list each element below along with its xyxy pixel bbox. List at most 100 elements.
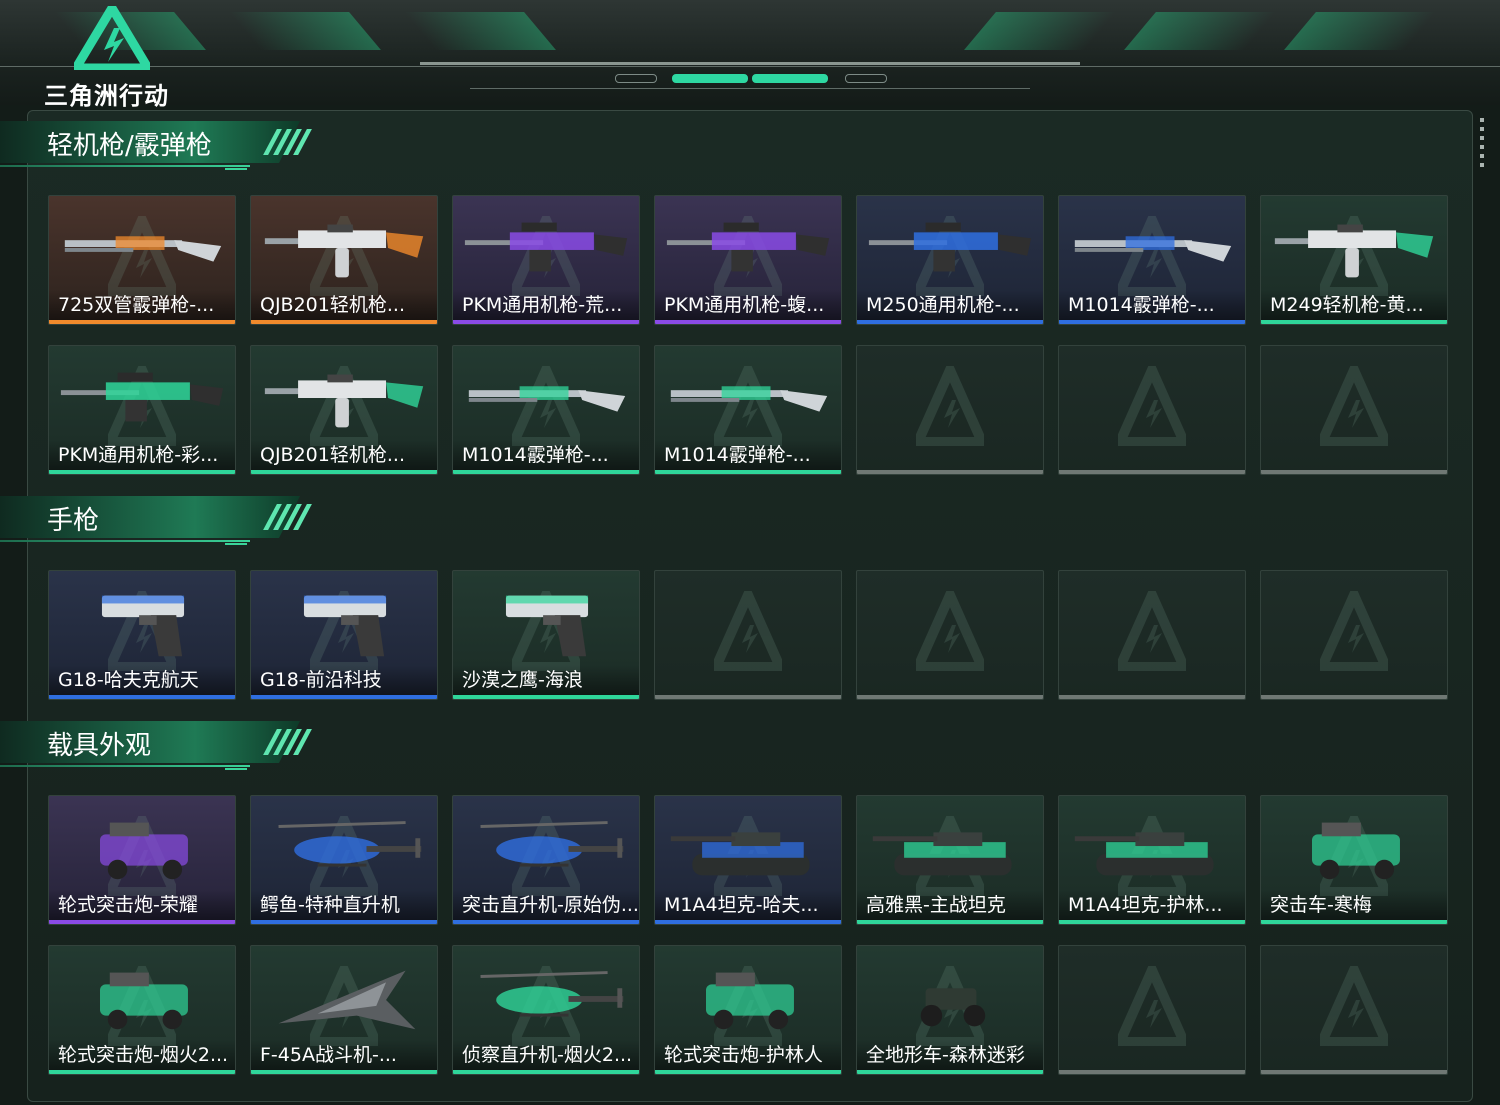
skin-card[interactable]: G18-前沿科技 bbox=[250, 570, 438, 700]
skin-card[interactable]: M1014霰弹枪-... bbox=[654, 345, 842, 475]
machine-gun-icon bbox=[464, 222, 628, 272]
skin-card[interactable]: M1A4坦克-护林... bbox=[1058, 795, 1246, 925]
skin-card[interactable]: PKM通用机枪-蝮... bbox=[654, 195, 842, 325]
skin-name: 侦察直升机-烟火2... bbox=[453, 1040, 639, 1070]
section-header-lmg-shotgun: 轻机枪/霰弹枪 bbox=[0, 121, 330, 173]
rarity-bar bbox=[453, 1070, 639, 1074]
skin-name: PKM通用机枪-蝮... bbox=[655, 290, 841, 320]
section-header-vehicle: 载具外观 bbox=[0, 721, 330, 773]
rarity-bar bbox=[251, 1070, 437, 1074]
rarity-bar bbox=[1059, 695, 1245, 699]
watermark-logo-icon bbox=[714, 591, 782, 671]
rarity-bar bbox=[49, 320, 235, 324]
helicopter-icon bbox=[480, 971, 624, 1017]
rarity-bar bbox=[49, 470, 235, 474]
skin-name: PKM通用机枪-彩... bbox=[49, 440, 235, 470]
empty-slot bbox=[1058, 345, 1246, 475]
rarity-bar bbox=[857, 695, 1043, 699]
skin-card[interactable]: 沙漠之鹰-海浪 bbox=[452, 570, 640, 700]
rarity-bar bbox=[453, 695, 639, 699]
skin-card[interactable]: 725双管霰弹枪-... bbox=[48, 195, 236, 325]
lmg-icon bbox=[264, 374, 424, 428]
empty-slot bbox=[654, 570, 842, 700]
rarity-bar bbox=[1059, 320, 1245, 324]
rarity-bar bbox=[251, 695, 437, 699]
jet-icon bbox=[278, 970, 416, 1030]
pistol-icon bbox=[101, 595, 185, 657]
armored-car-icon bbox=[706, 972, 794, 1030]
rarity-bar bbox=[1059, 1070, 1245, 1074]
rarity-bar bbox=[1261, 470, 1447, 474]
skin-card[interactable]: M1A4坦克-哈夫... bbox=[654, 795, 842, 925]
skin-name: 高雅黑-主战坦克 bbox=[857, 890, 1043, 920]
pistol-icon bbox=[505, 595, 589, 657]
tank-icon bbox=[872, 832, 1012, 876]
skin-card[interactable]: 轮式突击炮-烟火2... bbox=[48, 945, 236, 1075]
rarity-bar bbox=[453, 320, 639, 324]
skin-name: G18-前沿科技 bbox=[251, 665, 437, 695]
skin-card[interactable]: M250通用机枪-... bbox=[856, 195, 1044, 325]
rarity-bar bbox=[1261, 1070, 1447, 1074]
banner-stripe bbox=[964, 12, 1116, 50]
skin-name: M1A4坦克-护林... bbox=[1059, 890, 1245, 920]
skin-card[interactable]: 鳄鱼-特种直升机 bbox=[250, 795, 438, 925]
rarity-bar bbox=[49, 695, 235, 699]
skin-card[interactable]: 突击直升机-原始伪... bbox=[452, 795, 640, 925]
pistol-icon bbox=[303, 595, 387, 657]
skin-card[interactable]: M249轻机枪-黄... bbox=[1260, 195, 1448, 325]
rarity-bar bbox=[49, 1070, 235, 1074]
watermark-logo-icon bbox=[1118, 966, 1186, 1046]
rarity-bar bbox=[1261, 920, 1447, 924]
rarity-bar bbox=[1261, 320, 1447, 324]
rarity-bar bbox=[1261, 695, 1447, 699]
skin-name: 突击车-寒梅 bbox=[1261, 890, 1447, 920]
banner-stripe bbox=[1124, 12, 1276, 50]
skin-name: 725双管霰弹枪-... bbox=[49, 290, 235, 320]
tank-icon bbox=[670, 832, 810, 876]
scrollbar[interactable] bbox=[1480, 118, 1486, 180]
skin-card[interactable]: 突击车-寒梅 bbox=[1260, 795, 1448, 925]
skin-card[interactable]: M1014霰弹枪-... bbox=[452, 345, 640, 475]
empty-slot bbox=[1058, 945, 1246, 1075]
skin-card[interactable]: QJB201轻机枪... bbox=[250, 195, 438, 325]
skin-card[interactable]: M1014霰弹枪-... bbox=[1058, 195, 1246, 325]
banner-indicator-active bbox=[672, 74, 748, 83]
skin-card[interactable]: QJB201轻机枪... bbox=[250, 345, 438, 475]
skin-card[interactable]: 轮式突击炮-护林人 bbox=[654, 945, 842, 1075]
watermark-logo-icon bbox=[916, 591, 984, 671]
skin-card[interactable]: 侦察直升机-烟火2... bbox=[452, 945, 640, 1075]
rarity-bar bbox=[655, 470, 841, 474]
empty-slot bbox=[1260, 945, 1448, 1075]
skin-card[interactable]: G18-哈夫克航天 bbox=[48, 570, 236, 700]
helicopter-icon bbox=[480, 821, 624, 867]
rarity-bar bbox=[857, 470, 1043, 474]
watermark-logo-icon bbox=[1320, 591, 1388, 671]
skin-card[interactable]: 全地形车-森林迷彩 bbox=[856, 945, 1044, 1075]
skin-name: 全地形车-森林迷彩 bbox=[857, 1040, 1043, 1070]
skin-card[interactable]: PKM通用机枪-荒... bbox=[452, 195, 640, 325]
skin-card[interactable]: F-45A战斗机-... bbox=[250, 945, 438, 1075]
skin-card[interactable]: 轮式突击炮-荣耀 bbox=[48, 795, 236, 925]
machine-gun-icon bbox=[666, 222, 830, 272]
skin-name: M1014霰弹枪-... bbox=[1059, 290, 1245, 320]
rarity-bar bbox=[655, 920, 841, 924]
skin-card[interactable]: 高雅黑-主战坦克 bbox=[856, 795, 1044, 925]
rarity-bar bbox=[857, 320, 1043, 324]
lmg-icon bbox=[264, 224, 424, 278]
rarity-bar bbox=[453, 920, 639, 924]
skin-card[interactable]: PKM通用机枪-彩... bbox=[48, 345, 236, 475]
section-title: 轻机枪/霰弹枪 bbox=[47, 131, 212, 161]
machine-gun-icon bbox=[868, 222, 1032, 272]
rarity-bar bbox=[1059, 470, 1245, 474]
empty-slot bbox=[856, 345, 1044, 475]
banner-rail bbox=[470, 88, 1030, 89]
tank-icon bbox=[1074, 832, 1214, 876]
machine-gun-icon bbox=[60, 372, 224, 422]
skin-name: PKM通用机枪-荒... bbox=[453, 290, 639, 320]
banner-stripe bbox=[229, 12, 381, 50]
empty-slot bbox=[856, 570, 1044, 700]
rarity-bar bbox=[857, 920, 1043, 924]
banner-indicator bbox=[615, 74, 657, 83]
skin-name: M1014霰弹枪-... bbox=[655, 440, 841, 470]
armored-car-icon bbox=[100, 972, 188, 1030]
